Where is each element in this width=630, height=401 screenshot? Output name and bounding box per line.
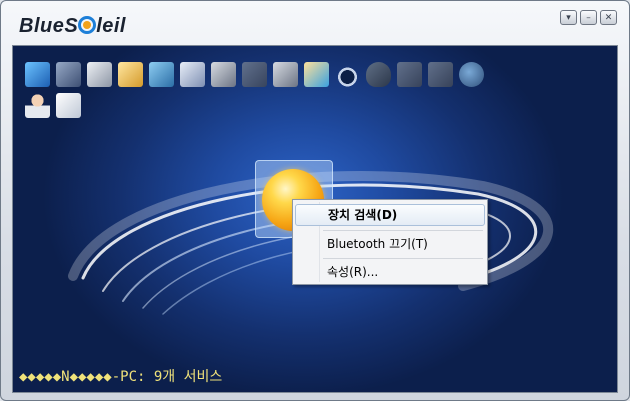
menu-item-properties[interactable]: 속성(R)... (295, 261, 485, 283)
service-icon-row-1 (25, 62, 605, 87)
headset-hook-icon[interactable] (366, 62, 391, 87)
personal-area-network-icon[interactable] (25, 93, 50, 118)
minimize-icon: – (586, 12, 591, 23)
serial-port-2-icon[interactable] (428, 62, 453, 87)
mouse-icon[interactable] (242, 62, 267, 87)
chevron-down-icon: ▾ (566, 12, 571, 23)
menu-separator (323, 230, 483, 231)
logo-text-right: leil (96, 15, 126, 37)
close-button[interactable]: ✕ (600, 10, 617, 25)
menu-button[interactable]: ▾ (560, 10, 577, 25)
headset-icon[interactable] (335, 62, 360, 87)
business-card-icon[interactable] (180, 62, 205, 87)
menu-item-bluetooth-off[interactable]: Bluetooth 끄기(T) (295, 233, 485, 255)
sync-icon[interactable] (149, 62, 174, 87)
serial-port-icon[interactable] (397, 62, 422, 87)
globe-icon[interactable] (459, 62, 484, 87)
fax-machine-icon[interactable] (273, 62, 298, 87)
fax-icon[interactable] (87, 62, 112, 87)
context-menu: 장치 검색(D) Bluetooth 끄기(T) 속성(R)... (292, 199, 488, 285)
image-icon[interactable] (304, 62, 329, 87)
service-icon-row-2 (25, 93, 605, 118)
printer-icon[interactable] (211, 62, 236, 87)
menu-separator (323, 258, 483, 259)
close-icon: ✕ (604, 12, 613, 23)
object-push-icon[interactable] (56, 93, 81, 118)
logo-text-left: BlueS (19, 15, 79, 37)
file-transfer-icon[interactable] (118, 62, 143, 87)
minimize-button[interactable]: – (580, 10, 597, 25)
window-controls: ▾ – ✕ (560, 10, 617, 25)
menu-item-device-search[interactable]: 장치 검색(D) (295, 204, 485, 226)
network-access-icon[interactable] (25, 62, 50, 87)
bluesoleil-logo: BlueS leil (19, 15, 126, 38)
service-icons (25, 62, 605, 124)
logo-o-icon (78, 16, 97, 34)
status-bar-text: ◆◆◆◆◆N◆◆◆◆◆-PC: 9개 서비스 (19, 369, 223, 385)
lan-access-icon[interactable] (56, 62, 81, 87)
bluesoleil-window: BlueS leil ▾ – ✕ ◆◆◆◆◆N◆◆◆◆◆-PC: 9개 서비스 … (0, 0, 630, 401)
title-bar[interactable]: BlueS leil ▾ – ✕ (1, 1, 629, 45)
